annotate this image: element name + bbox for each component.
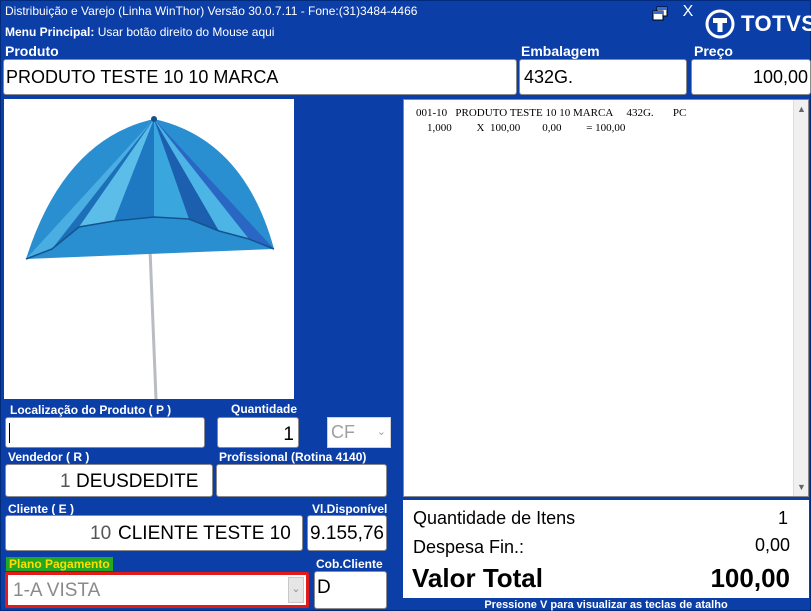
cliente-code: 10 [90, 523, 112, 544]
receipt-line: 001-10 PRODUTO TESTE 10 10 MARCA 432G. P… [416, 107, 687, 119]
embalagem-label: Embalagem [521, 43, 600, 59]
profissional-field[interactable] [216, 464, 387, 497]
cliente-label: Cliente ( E ) [8, 502, 75, 516]
restore-window-button[interactable] [651, 5, 669, 23]
localizacao-label: Localização do Produto ( P ) [10, 403, 172, 417]
pdv-window: Distribuição e Varejo (Linha WinThor) Ve… [0, 0, 811, 611]
text-cursor [9, 423, 10, 443]
chevron-down-icon: ⌄ [376, 426, 386, 438]
unidade-select[interactable]: CF ⌄ [327, 417, 391, 448]
valor-total-value: 100,00 [710, 563, 790, 593]
plano-label: Plano Pagamento [6, 557, 113, 571]
quantidade-input[interactable]: 1 [217, 417, 299, 448]
vendedor-label: Vendedor ( R ) [8, 450, 90, 464]
unidade-value: CF [331, 422, 355, 442]
produto-label: Produto [5, 43, 59, 59]
totvs-logo-icon [705, 9, 735, 39]
receipt-scrollbar[interactable]: ▲ ▼ [793, 100, 808, 496]
preco-field[interactable]: 100,00 [691, 59, 811, 95]
chevron-down-icon[interactable]: ⌄ [288, 577, 304, 603]
produto-field[interactable]: PRODUTO TESTE 10 10 MARCA [3, 59, 517, 95]
cob-cliente-field[interactable]: D [314, 571, 387, 609]
menu-label: Menu Principal: [5, 25, 95, 39]
vendedor-name: DEUSDEDITE [76, 471, 199, 492]
qtd-itens-label: Quantidade de Itens [413, 508, 576, 528]
scroll-down-icon[interactable]: ▼ [797, 482, 806, 492]
totvs-logo [705, 9, 735, 39]
embalagem-field[interactable]: 432G. [519, 59, 687, 95]
product-image [4, 99, 294, 400]
quantidade-value: 1 [283, 424, 294, 445]
valor-total-label: Valor Total [412, 563, 543, 593]
produto-value: PRODUTO TESTE 10 10 MARCA [6, 67, 279, 87]
qtd-itens-value: 1 [777, 508, 788, 528]
menu-principal[interactable]: Menu Principal: Usar botão direito do Mo… [5, 25, 274, 39]
cob-value: D [317, 577, 331, 598]
despesa-value: 0,00 [754, 535, 790, 555]
quantidade-label: Quantidade [231, 402, 298, 416]
close-window-button[interactable]: X [680, 3, 696, 21]
localizacao-input[interactable] [5, 417, 205, 448]
disponivel-label: Vl.Disponível [312, 502, 388, 516]
scroll-up-icon[interactable]: ▲ [797, 104, 806, 114]
preco-value: 100,00 [752, 67, 808, 87]
despesa-label: Despesa Fin.: [413, 537, 525, 557]
vendedor-field[interactable]: 1 DEUSDEDITE [5, 464, 213, 497]
restore-icon [652, 6, 668, 21]
umbrella-image [25, 116, 275, 400]
window-title: Distribuição e Varejo (Linha WinThor) Ve… [5, 4, 418, 18]
plano-value: 1-A VISTA [13, 580, 101, 601]
disponivel-field[interactable]: 9.155,76 [307, 515, 387, 551]
shortcut-hint: Pressione V para visualizar as teclas de… [484, 599, 728, 611]
vendedor-code: 1 [60, 471, 71, 492]
totals-panel: Quantidade de Itens 1 Despesa Fin.: 0,00… [403, 500, 809, 598]
menu-hint: Usar botão direito do Mouse aqui [97, 25, 275, 39]
preco-label: Preço [694, 43, 733, 59]
receipt-list[interactable]: 001-10 PRODUTO TESTE 10 10 MARCA 432G. P… [403, 99, 809, 497]
totvs-logo-text: TOTVS [741, 11, 811, 36]
cliente-name: CLIENTE TESTE 10 [118, 523, 291, 544]
embalagem-value: 432G. [524, 67, 574, 87]
plano-pagamento-select[interactable]: 1-A VISTA ⌄ [5, 572, 309, 608]
profissional-label: Profissional (Rotina 4140) [219, 450, 367, 464]
cob-label: Cob.Cliente [316, 557, 383, 571]
receipt-line: 1,000 X 100,00 0,00 = 100,00 [416, 122, 626, 134]
disponivel-value: 9.155,76 [310, 523, 384, 544]
cliente-field[interactable]: 10 CLIENTE TESTE 10 [5, 515, 303, 551]
receipt-lines: 001-10 PRODUTO TESTE 10 10 MARCA 432G. P… [416, 106, 686, 136]
